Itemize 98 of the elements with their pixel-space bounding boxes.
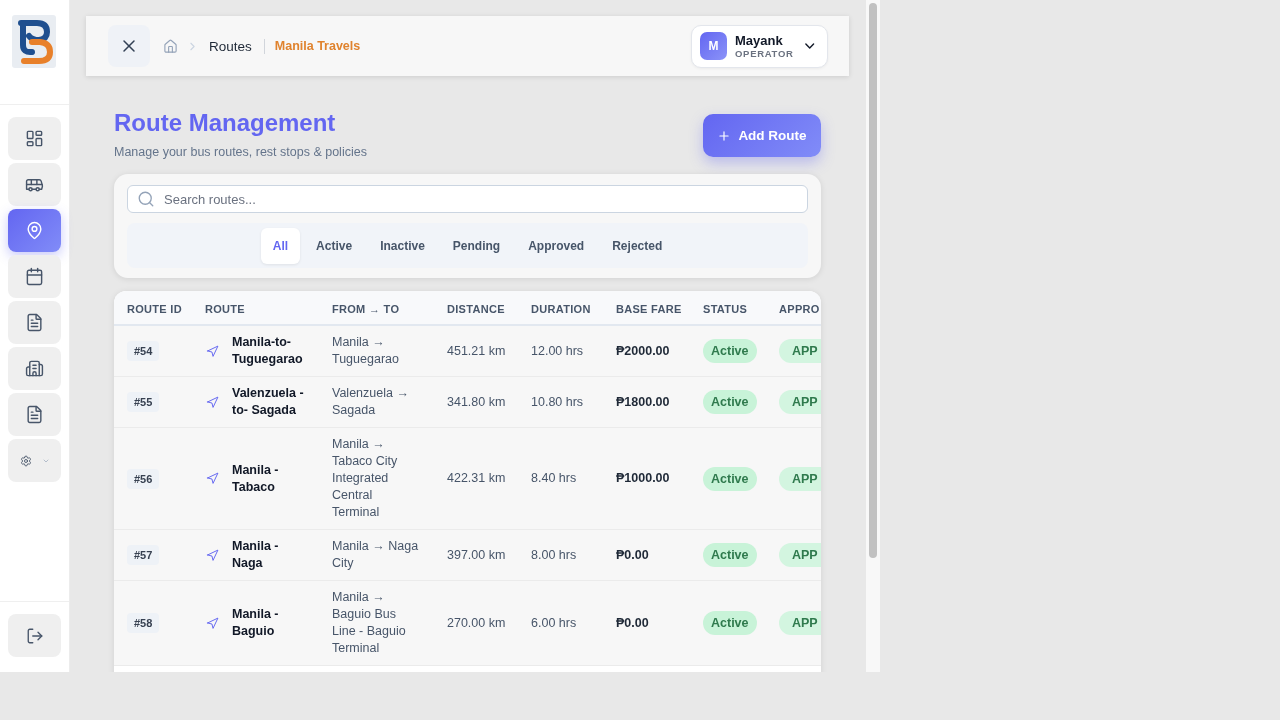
from-to-text: Manila → Naga City [332, 539, 419, 570]
fare-value: ₱2000.00 [616, 343, 670, 358]
gear-icon [19, 454, 32, 467]
map-pin-icon [25, 221, 44, 240]
table-row[interactable]: #55 Valenzuela - to- Sagada Valenzuela → Sagada 341.80 km 10.80 hrs ₱1800.00 Active APP [114, 377, 821, 428]
sidebar-nav-item[interactable] [8, 301, 61, 344]
column-header: STATUS [703, 302, 748, 315]
fare-value: ₱1000.00 [616, 471, 670, 485]
navigation-arrow-icon [206, 344, 219, 358]
filter-tab[interactable]: Inactive [368, 227, 437, 264]
sidebar-nav-item[interactable] [8, 163, 61, 206]
route-id-tag: #56 [127, 468, 160, 489]
user-menu-button[interactable]: M Mayank OPERATOR [691, 24, 828, 68]
from-to-text: Manila → Baguio Bus Line - Baguio Terminal [332, 590, 406, 655]
table-row[interactable]: #56 Manila - Tabaco Manila → Tabaco City Integrated Central Terminal 422.31 km 8.40 hrs ₱1000.00 Active APP [114, 428, 821, 530]
column-header: ROUTE [205, 302, 245, 315]
filter-tab[interactable]: Rejected [600, 227, 675, 264]
user-avatar: M [700, 32, 727, 60]
route-name: Valenzuela - to- Sagada [232, 385, 305, 419]
route-id-tag: #57 [127, 545, 160, 565]
column-header: DISTANCE [447, 302, 505, 315]
route-name: Manila-to-Tuguegarao [232, 334, 304, 368]
logout-button[interactable] [8, 614, 61, 657]
table-row[interactable]: #54 Manila-to-Tuguegarao Manila → Tuguegarao 451.21 km 12.00 hrs ₱2000.00 Active APP [114, 326, 821, 377]
route-name: Manila - Tabaco [232, 461, 280, 496]
distance-value: 422.31 km [447, 471, 506, 485]
filter-tab[interactable]: All [260, 227, 301, 264]
dashboard-icon [25, 129, 44, 148]
scrollbar-track[interactable] [866, 0, 880, 672]
from-to-text: Manila → Tabaco City Integrated Central Terminal [332, 437, 398, 519]
distance-value: 270.00 km [447, 615, 506, 630]
logout-icon [25, 626, 44, 645]
fare-value: ₱1800.00 [616, 394, 670, 409]
from-to-text: Valenzuela → Sagada [332, 386, 409, 417]
brand-logo [12, 15, 56, 68]
distance-value: 341.80 km [447, 394, 506, 409]
duration-value: 10.80 hrs [531, 394, 584, 409]
status-badge: Active [703, 466, 757, 491]
column-header: ROUTE ID [127, 302, 182, 315]
column-header: BASE FARE [616, 302, 682, 315]
duration-value: 6.00 hrs [531, 615, 577, 630]
search-field[interactable]: Search routes... [127, 185, 808, 213]
page-title: Route Management [114, 108, 336, 138]
distance-value: 397.00 km [447, 547, 506, 562]
status-badge: Active [703, 390, 757, 414]
approval-badge: APP [779, 611, 821, 635]
route-name: Manila - Naga [232, 538, 280, 572]
company-name: Manila Travels [274, 39, 361, 53]
column-header: DURATION [531, 302, 591, 315]
filter-tab[interactable]: Pending [440, 227, 513, 264]
fare-value: ₱0.00 [616, 615, 649, 630]
page-subtitle: Manage your bus routes, rest stops & policies [114, 144, 367, 161]
filter-tab[interactable]: Approved [516, 227, 597, 264]
search-icon [137, 190, 155, 208]
approval-badge: APP [779, 339, 821, 363]
table-row[interactable]: #58 Manila - Baguio Manila → Baguio Bus Line - Baguio Terminal 270.00 km 6.00 hrs ₱0.00 Active APP [114, 581, 821, 666]
home-icon [163, 38, 178, 54]
sidebar-nav-item[interactable] [8, 209, 61, 252]
sidebar-nav-item[interactable] [8, 117, 61, 160]
duration-value: 12.00 hrs [531, 343, 584, 358]
sidebar-nav-item[interactable] [8, 393, 61, 436]
duration-value: 8.00 hrs [531, 547, 577, 562]
status-badge: Active [703, 611, 757, 635]
home-link[interactable] [163, 38, 178, 54]
scrollbar-thumb[interactable] [869, 3, 877, 558]
table-row[interactable]: #57 Manila - Naga Manila → Naga City 397.00 km 8.00 hrs ₱0.00 Active APP [114, 530, 821, 581]
document-icon [25, 313, 44, 332]
column-header: FROM → TO [332, 302, 400, 315]
document-icon [25, 405, 44, 424]
calendar-icon [25, 267, 44, 286]
navigation-arrow-icon [206, 472, 219, 485]
distance-value: 451.21 km [447, 343, 506, 358]
navigation-arrow-icon [206, 395, 219, 409]
add-route-button[interactable]: Add Route [703, 114, 821, 157]
sidebar-nav-item[interactable] [8, 255, 61, 298]
status-badge: Active [703, 543, 757, 567]
column-header: APPRO [779, 302, 820, 315]
from-to-text: Manila → Tuguegarao [332, 335, 399, 366]
approval-badge: APP [779, 543, 821, 567]
approval-badge: APP [779, 466, 821, 491]
breadcrumb-current: Routes [209, 38, 252, 54]
plus-icon [717, 128, 732, 143]
filter-tab[interactable]: Active [304, 227, 365, 264]
route-name: Manila - Baguio [232, 606, 280, 640]
navigation-arrow-icon [206, 548, 219, 562]
route-id-tag: #58 [127, 613, 160, 633]
duration-value: 8.40 hrs [531, 471, 577, 485]
close-button[interactable] [108, 25, 150, 67]
navigation-arrow-icon [206, 616, 219, 630]
route-id-tag: #54 [127, 341, 160, 361]
approval-badge: APP [779, 390, 821, 414]
fare-value: ₱0.00 [616, 547, 649, 562]
building-icon [25, 359, 44, 378]
route-id-tag: #55 [127, 392, 160, 412]
sidebar-nav-item[interactable] [8, 347, 61, 390]
user-name: Mayank [735, 32, 783, 48]
user-role: OPERATOR [735, 47, 794, 60]
status-badge: Active [703, 339, 757, 363]
